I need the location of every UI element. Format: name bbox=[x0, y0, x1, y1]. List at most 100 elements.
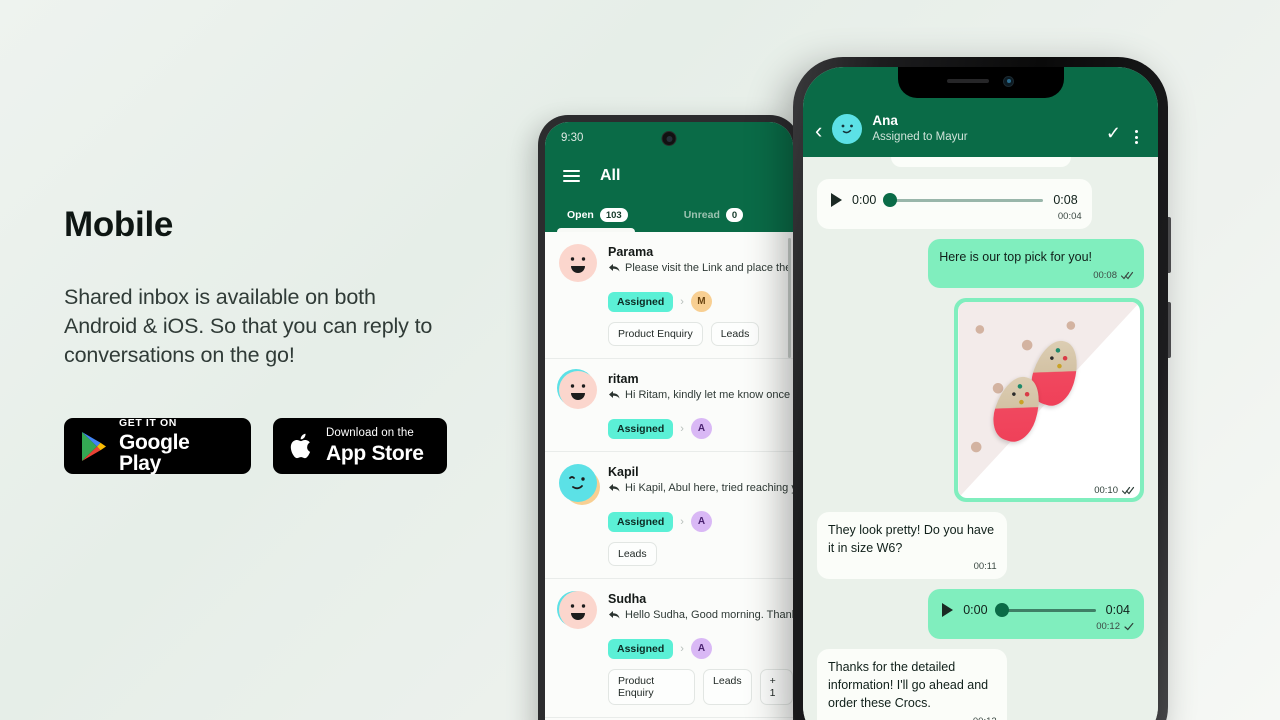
app-store-button[interactable]: Download on the App Store bbox=[273, 418, 447, 474]
message-timestamp: 00:12 bbox=[928, 621, 1144, 639]
product-photo[interactable] bbox=[958, 302, 1140, 498]
google-play-badge-bottom: Google Play bbox=[119, 430, 190, 475]
avatar[interactable] bbox=[832, 114, 863, 144]
message-timestamp: 00:12 bbox=[817, 716, 1007, 720]
status-time: 9:30 bbox=[561, 132, 584, 144]
reply-arrow-icon bbox=[609, 391, 620, 399]
audio-player[interactable]: 0:00 0:04 bbox=[928, 589, 1144, 621]
audio-progress-slider[interactable] bbox=[883, 193, 1044, 207]
avatar-face-icon bbox=[570, 257, 586, 273]
chevron-right-icon: › bbox=[680, 642, 684, 655]
tag-chip[interactable]: Product Enquiry bbox=[608, 322, 703, 346]
double-check-icon bbox=[1122, 486, 1135, 495]
reply-arrow-icon bbox=[609, 611, 620, 619]
iphone-screen: ‹ Ana Assigned to Mayur ✓ 0:00 0:08 00:0… bbox=[803, 67, 1158, 720]
message-timestamp: 00:08 bbox=[928, 270, 1144, 288]
google-play-badge-top: GET IT ON bbox=[119, 417, 177, 430]
tag-overflow-chip[interactable]: + 1 bbox=[759, 669, 793, 705]
avatar bbox=[559, 591, 597, 629]
android-app-header: All bbox=[545, 154, 793, 198]
play-icon[interactable] bbox=[831, 193, 842, 207]
play-icon[interactable] bbox=[942, 603, 954, 617]
status-badge: Assigned bbox=[608, 418, 674, 439]
hamburger-menu-icon[interactable] bbox=[563, 170, 580, 182]
kebab-menu-icon[interactable] bbox=[1131, 130, 1142, 144]
text-message-bubble[interactable]: Here is our top pick for you! 00:08 bbox=[928, 239, 1144, 288]
tag-chip[interactable]: Leads bbox=[703, 669, 752, 705]
chat-message-list[interactable]: 0:00 0:08 00:04 Here is our top pick for… bbox=[803, 157, 1158, 720]
chevron-right-icon: › bbox=[680, 295, 684, 308]
message-text: They look pretty! Do you have it in size… bbox=[828, 523, 995, 555]
avatar bbox=[559, 244, 597, 282]
message-preview: Hi Ritam, kindly let me know once th... bbox=[608, 389, 793, 401]
conversation-list[interactable]: Parama Please visit the Link and place t… bbox=[545, 232, 793, 720]
agent-avatar: A bbox=[690, 638, 712, 659]
preview-text: Hello Sudha, Good morning. Thank ... bbox=[625, 609, 793, 621]
image-message-bubble[interactable]: 00:10 bbox=[954, 298, 1144, 502]
audio-current-time: 0:00 bbox=[963, 603, 988, 617]
tab-unread-label: Unread bbox=[683, 209, 720, 221]
audio-current-time: 0:00 bbox=[852, 193, 877, 207]
apple-icon bbox=[290, 433, 311, 458]
list-item[interactable]: Sudha Hello Sudha, Good morning. Thank .… bbox=[545, 579, 793, 718]
tab-unread-count: 0 bbox=[725, 208, 744, 222]
volume-down-button[interactable] bbox=[1168, 302, 1171, 358]
single-check-icon bbox=[1124, 622, 1134, 631]
inbox-title: All bbox=[600, 167, 621, 184]
notch bbox=[897, 67, 1064, 98]
contact-name: ritam bbox=[608, 372, 639, 386]
contact-name: Kapil bbox=[608, 465, 639, 479]
audio-progress-knob[interactable] bbox=[994, 603, 1009, 617]
tab-unread[interactable]: Unread 0 bbox=[683, 208, 744, 222]
preview-text: Hi Kapil, Abul here, tried reaching yo..… bbox=[625, 482, 793, 494]
message-timestamp: 00:11 bbox=[973, 561, 997, 572]
avatar bbox=[559, 371, 597, 409]
android-screen: 9:30 All Open 103 Unread 0 Unre bbox=[545, 122, 793, 720]
message-timestamp: 00:10 bbox=[1094, 485, 1135, 496]
android-phone-mockup: 9:30 All Open 103 Unread 0 Unre bbox=[538, 115, 800, 720]
double-check-icon bbox=[1121, 271, 1134, 280]
list-item[interactable]: Parama Please visit the Link and place t… bbox=[545, 232, 793, 359]
google-play-button[interactable]: GET IT ON Google Play bbox=[64, 418, 251, 474]
list-item[interactable]: ritam Hi Ritam, kindly let me know once … bbox=[545, 359, 793, 452]
tag-chip[interactable]: Leads bbox=[608, 542, 657, 566]
check-icon[interactable]: ✓ bbox=[1106, 123, 1121, 144]
list-scrollbar[interactable] bbox=[788, 238, 791, 358]
text-message-bubble[interactable]: They look pretty! Do you have it in size… bbox=[817, 512, 1007, 579]
tab-open-label: Open bbox=[567, 209, 594, 221]
avatar-face-icon bbox=[570, 384, 586, 400]
chevron-left-icon[interactable]: ‹ bbox=[815, 120, 822, 144]
audio-progress-slider[interactable] bbox=[994, 603, 1096, 617]
preview-text: Hi Ritam, kindly let me know once th... bbox=[625, 389, 793, 401]
reply-arrow-icon bbox=[609, 264, 620, 272]
status-badge: Assigned bbox=[608, 511, 674, 532]
chat-assignment-label: Assigned to Mayur bbox=[872, 130, 968, 143]
tab-open-count: 103 bbox=[599, 208, 628, 222]
page-title: Mobile bbox=[64, 205, 174, 244]
status-badge: Assigned bbox=[608, 291, 674, 312]
message-text: Here is our top pick for you! bbox=[939, 250, 1093, 264]
audio-message-bubble[interactable]: 0:00 0:04 00:12 bbox=[928, 589, 1144, 639]
agent-avatar: A bbox=[690, 418, 712, 439]
avatar bbox=[559, 464, 597, 502]
chevron-right-icon: › bbox=[680, 422, 684, 435]
contact-name: Sudha bbox=[608, 592, 647, 606]
avatar-face-icon bbox=[570, 604, 586, 620]
tag-chip[interactable]: Leads bbox=[710, 322, 760, 346]
agent-avatar: A bbox=[690, 511, 712, 532]
audio-duration: 0:04 bbox=[1105, 603, 1130, 617]
message-timestamp: 00:04 bbox=[1057, 211, 1082, 222]
audio-progress-knob[interactable] bbox=[883, 193, 898, 207]
android-filter-tabs: Open 103 Unread 0 Unre bbox=[545, 198, 793, 232]
list-item[interactable]: Kapil Hi Kapil, Abul here, tried reachin… bbox=[545, 452, 793, 579]
reply-arrow-icon bbox=[609, 484, 620, 492]
text-message-bubble[interactable]: Thanks for the detailed information! I'l… bbox=[817, 649, 1007, 720]
avatar-face-icon bbox=[841, 124, 854, 134]
previous-message-peek bbox=[890, 157, 1071, 167]
audio-message-bubble[interactable]: 0:00 0:08 00:04 bbox=[817, 179, 1092, 229]
iphone-mockup: ‹ Ana Assigned to Mayur ✓ 0:00 0:08 00:0… bbox=[793, 57, 1171, 720]
audio-player[interactable]: 0:00 0:08 bbox=[817, 179, 1092, 211]
volume-up-button[interactable] bbox=[1168, 217, 1171, 273]
tag-chip[interactable]: Product Enquiry bbox=[608, 669, 696, 705]
tab-open[interactable]: Open 103 bbox=[567, 208, 628, 222]
